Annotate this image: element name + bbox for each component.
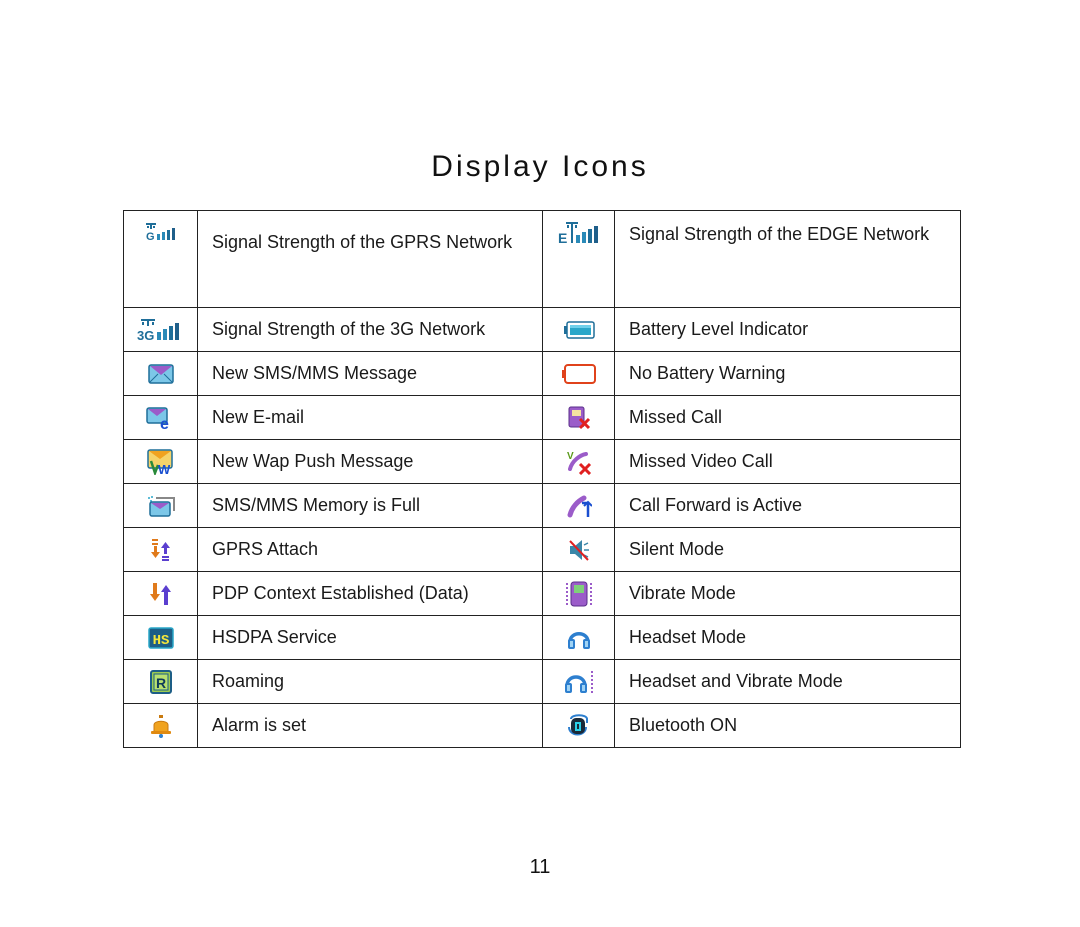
table-row: GPRS Attach Silent Mode [123,527,961,572]
table-row: G Signal Strength of the GPRS Network E [123,210,961,308]
svg-text:W: W [158,462,171,475]
icon-cell [542,571,615,616]
hsdpa-glyph: HS [152,633,169,649]
icon-cell [542,615,615,660]
icon-description: Headset and Vibrate Mode [614,659,961,704]
icon-cell [123,571,198,616]
3g-signal-icon: 3G [137,318,185,342]
icon-description: Bluetooth ON [614,703,961,748]
table-row: Alarm is set Bluetooth ON [123,703,961,748]
icon-description: PDP Context Established (Data) [197,571,543,616]
email-icon: e [145,406,176,430]
display-icons-table: G Signal Strength of the GPRS Network E [123,210,961,748]
icon-description: Signal Strength of the GPRS Network [197,210,543,308]
icon-cell [542,307,615,352]
icon-cell: W [123,439,198,484]
icon-description: Roaming [197,659,543,704]
icon-cell: G [123,210,198,308]
icon-description: Call Forward is Active [614,483,961,528]
icon-description: Vibrate Mode [614,571,961,616]
icon-cell: V [542,439,615,484]
roaming-glyph: R [155,675,165,691]
icon-description: HSDPA Service [197,615,543,660]
missed-call-icon [567,406,591,430]
icon-cell [542,659,615,704]
icon-description: New SMS/MMS Message [197,351,543,396]
call-forward-icon [566,493,592,519]
icon-cell [123,483,198,528]
icon-description: Alarm is set [197,703,543,748]
gprs-attach-icon [150,538,172,562]
table-row: HS HSDPA Service Headset Mode [123,615,961,660]
icon-cell: e [123,395,198,440]
icon-cell [123,527,198,572]
icon-cell: 3G [123,307,198,352]
icon-description: Missed Video Call [614,439,961,484]
icon-description: Signal Strength of the EDGE Network [614,210,961,308]
icon-description: New E-mail [197,395,543,440]
svg-text:e: e [160,416,169,430]
svg-text:G: G [146,231,155,242]
hsdpa-icon: HS [147,626,174,649]
table-row: W New Wap Push Message V Missed Video Ca… [123,439,961,484]
sms-mms-message-icon [147,364,174,384]
table-row: 3G Signal Strength of the 3G Network Bat… [123,307,961,352]
headset-vibrate-icon [563,669,595,695]
table-row: R Roaming Headset and Vibrate Mode [123,659,961,704]
icon-description: GPRS Attach [197,527,543,572]
icon-description: Signal Strength of the 3G Network [197,307,543,352]
edge-signal-icon: E [558,221,600,245]
icon-description: Silent Mode [614,527,961,572]
bluetooth-icon [566,713,592,739]
icon-description: Missed Call [614,395,961,440]
wap-push-icon: W [146,448,175,475]
icon-cell [542,703,615,748]
icon-cell: R [123,659,198,704]
icon-description: No Battery Warning [614,351,961,396]
icon-cell [542,527,615,572]
battery-level-icon [563,321,595,339]
memory-full-icon [146,495,176,517]
icon-cell: E [542,210,615,308]
table-row: e New E-mail Missed Call [123,395,961,440]
svg-text:3G: 3G [137,328,154,342]
icon-cell [542,483,615,528]
roaming-icon: R [149,669,172,694]
page-title: Display Icons [431,150,649,183]
icon-cell [123,703,198,748]
icon-cell [123,351,198,396]
icon-description: Headset Mode [614,615,961,660]
table-row: PDP Context Established (Data) Vibrate M… [123,571,961,616]
no-battery-icon [561,364,597,385]
pdp-context-icon [149,582,172,606]
icon-description: SMS/MMS Memory is Full [197,483,543,528]
icon-description: New Wap Push Message [197,439,543,484]
missed-video-call-icon: V [566,449,592,475]
silent-mode-icon [567,538,591,562]
vibrate-mode-icon [564,581,594,607]
icon-cell [542,395,615,440]
gprs-signal-icon: G [144,222,178,242]
icon-description: Battery Level Indicator [614,307,961,352]
table-row: New SMS/MMS Message No Battery Warning [123,351,961,396]
alarm-bell-icon [149,714,173,738]
table-row: SMS/MMS Memory is Full Call Forward is A… [123,483,961,528]
icon-cell [542,351,615,396]
page-number: 11 [529,856,551,878]
headset-icon [566,626,592,650]
icon-cell: HS [123,615,198,660]
svg-text:E: E [558,230,567,245]
